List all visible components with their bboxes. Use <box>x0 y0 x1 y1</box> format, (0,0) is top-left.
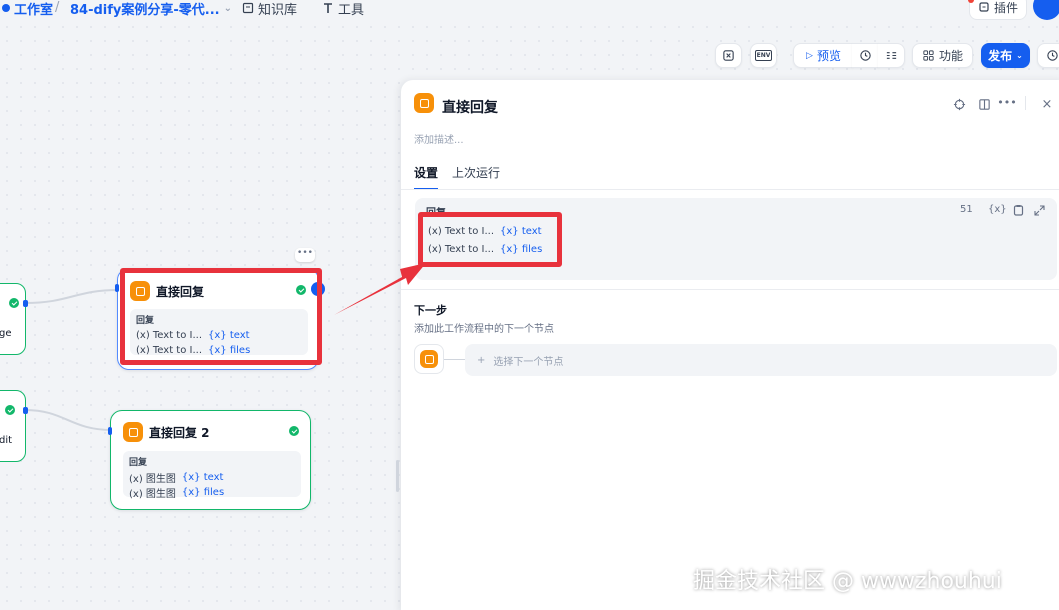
nav-knowledge-label: 知识库 <box>258 2 298 18</box>
checklist-button[interactable] <box>715 43 742 68</box>
close-icon: × <box>1041 96 1053 112</box>
section-divider <box>401 289 1059 290</box>
node-settings-panel: 直接回复 ••• × 添加描述... 设置 上次运行 回复 51 {x} (x)… <box>401 80 1059 610</box>
upstream-node-1[interactable]: ge <box>0 283 26 355</box>
divider <box>1025 96 1026 110</box>
var-ref: {x} files <box>181 487 225 498</box>
nav-tools-label: 工具 <box>338 2 365 18</box>
features-icon <box>923 50 934 61</box>
output-handle[interactable] <box>23 300 28 307</box>
docs-button[interactable] <box>976 96 992 112</box>
next-step-description: 添加此工作流程中的下一个节点 <box>414 324 554 335</box>
checklist-icon <box>723 50 734 61</box>
book-icon <box>242 2 254 14</box>
expand-button[interactable] <box>1032 203 1046 217</box>
watermark: 掘金技术社区 @ wwwzhouhui <box>693 569 1002 594</box>
panel-tabs: 设置 上次运行 <box>414 164 500 190</box>
current-node-icon <box>414 344 444 374</box>
output-handle[interactable] <box>23 407 28 414</box>
publish-label: 发布 <box>988 49 1013 63</box>
locate-button[interactable] <box>951 96 967 112</box>
reply-node-icon <box>123 422 143 442</box>
var-row: (x) 图生图 {x} files <box>129 485 295 500</box>
breadcrumb-separator: / <box>55 0 60 15</box>
avatar[interactable] <box>1033 0 1059 20</box>
var-source: (x) 图生图 <box>129 489 176 500</box>
preview-label: 预览 <box>816 49 841 63</box>
tab-last-run[interactable]: 上次运行 <box>452 164 500 190</box>
env-button[interactable]: ENV <box>750 43 777 68</box>
book-open-icon <box>978 98 990 110</box>
insert-variable-button[interactable]: {x} <box>988 204 1007 215</box>
nav-studio-label: 工作室 <box>14 2 54 18</box>
close-button[interactable]: × <box>1039 96 1055 112</box>
edge-2 <box>24 409 113 431</box>
features-label: 功能 <box>938 49 963 63</box>
run-history-button[interactable] <box>852 43 879 68</box>
clock-icon <box>1046 50 1058 61</box>
input-handle[interactable] <box>115 284 119 292</box>
chevron-down-icon: ⌄ <box>1016 51 1023 60</box>
select-next-label: 选择下一个节点 <box>493 356 564 368</box>
more-icon: ••• <box>997 95 1017 109</box>
success-icon <box>9 298 19 308</box>
list-icon <box>886 52 896 59</box>
edge-1 <box>24 289 119 304</box>
select-next-node-button[interactable]: + 选择下一个节点 <box>465 344 1057 376</box>
tools-icon <box>324 3 332 13</box>
var-row: (x) 图生图 {x} text <box>129 470 295 485</box>
top-nav: 工作室 / 84-dify案例分享-零代... ⌄ 知识库 工具 插件 <box>0 0 1059 20</box>
tabs-divider <box>401 189 1059 190</box>
highlight-box-panel <box>418 212 562 267</box>
var-source: (x) 图生图 <box>129 474 176 485</box>
plus-icon: + <box>477 354 486 366</box>
panel-resize-handle[interactable] <box>396 460 399 492</box>
history-icon <box>860 50 871 61</box>
node-title: 直接回复 2 <box>149 426 210 440</box>
input-handle[interactable] <box>108 427 112 435</box>
nav-app-name[interactable]: 84-dify案例分享-零代... ⌄ <box>70 0 232 18</box>
checklist-list-button[interactable] <box>878 43 905 68</box>
success-icon <box>5 405 15 415</box>
plugin-icon <box>979 2 989 12</box>
reply-node-icon <box>420 350 438 368</box>
version-history-button[interactable] <box>1037 43 1059 68</box>
upstream-node-2[interactable]: dit <box>0 390 26 462</box>
upstream-node-2-label: dit <box>0 435 13 446</box>
connector-line <box>444 359 465 360</box>
tab-settings[interactable]: 设置 <box>414 164 439 190</box>
upstream-node-1-label: ge <box>0 328 12 339</box>
plugins-button[interactable]: 插件 <box>969 0 1027 20</box>
panel-title: 直接回复 <box>442 100 498 116</box>
node-more-button[interactable]: ••• <box>295 248 315 262</box>
direct-reply-node-2[interactable]: 直接回复 2 回复 (x) 图生图 {x} text (x) 图生图 {x} fil… <box>110 410 311 510</box>
success-icon <box>289 426 299 436</box>
features-button[interactable]: 功能 <box>912 43 973 68</box>
nav-tools[interactable]: 工具 <box>322 0 365 18</box>
nav-knowledge[interactable]: 知识库 <box>242 0 298 18</box>
clipboard-icon <box>1013 205 1023 216</box>
preview-button[interactable]: ▷ 预览 <box>793 43 853 68</box>
play-icon: ▷ <box>806 50 813 61</box>
locate-icon <box>953 98 965 110</box>
highlight-box-node <box>120 268 322 365</box>
app-name-label: 84-dify案例分享-零代... <box>70 2 220 18</box>
env-icon: ENV <box>754 50 773 61</box>
node-reply-content: 回复 (x) 图生图 {x} text (x) 图生图 {x} files <box>123 451 301 500</box>
nav-studio[interactable]: 工作室 <box>2 0 54 18</box>
studio-icon <box>2 4 10 12</box>
expand-icon <box>1033 204 1045 216</box>
var-ref: {x} text <box>181 472 224 483</box>
copy-button[interactable] <box>1011 203 1025 217</box>
char-count: 51 <box>960 204 973 215</box>
description-input[interactable]: 添加描述... <box>414 131 464 146</box>
reply-label: 回复 <box>129 458 148 468</box>
highlight-arrow <box>334 263 426 315</box>
reply-node-icon <box>414 93 434 113</box>
chevron-down-icon: ⌄ <box>223 2 232 14</box>
more-button[interactable]: ••• <box>997 94 1017 110</box>
plugins-label: 插件 <box>993 0 1018 15</box>
publish-button[interactable]: 发布 ⌄ <box>981 43 1030 68</box>
